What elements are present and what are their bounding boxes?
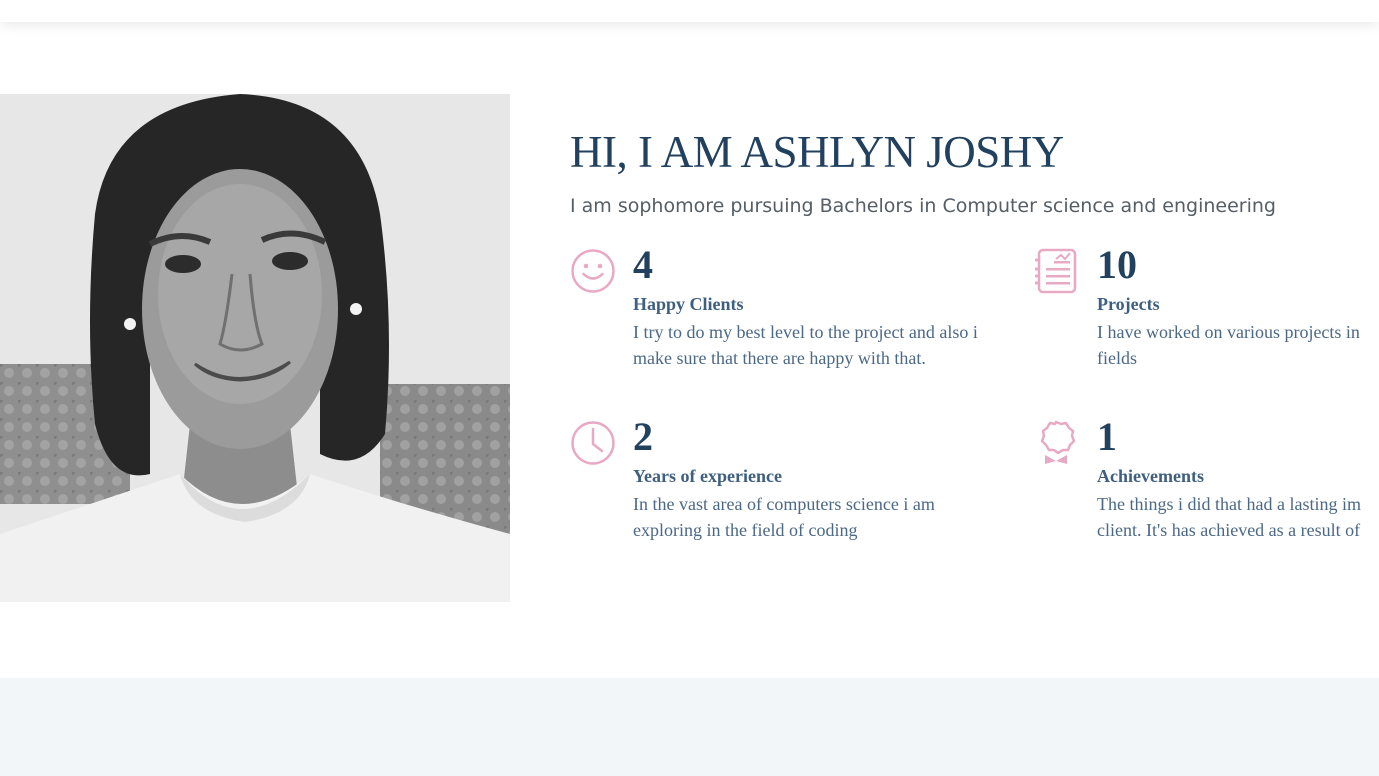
page-subtitle: I am sophomore pursuing Bachelors in Com… [570,195,1276,217]
stat-description-line: exploring in the field of coding [633,520,858,540]
stat-description: The things i did that had a lasting im c… [1097,491,1379,543]
stat-description: I try to do my best level to the project… [633,319,1013,371]
stat-description-line: I try to do my best level to the project… [633,322,978,342]
stat-label: Happy Clients [633,294,744,314]
stat-description-line: The things i did that had a lasting im [1097,494,1361,514]
about-content: HI, I AM ASHLYN JOSHY I am sophomore pur… [570,22,1379,678]
stat-description-line: client. It's has achieved as a result of [1097,520,1361,540]
page-title: HI, I AM ASHLYN JOSHY [570,127,1064,177]
stat-description-line: In the vast area of computers science i … [633,494,935,514]
stat-description: I have worked on various projects in fie… [1097,319,1379,371]
stat-description-line: I have worked on various projects in [1097,322,1360,342]
stat-number: 4 [633,242,653,287]
stat-label: Achievements [1097,466,1204,486]
about-section: HI, I AM ASHLYN JOSHY I am sophomore pur… [0,22,1379,678]
stat-number: 2 [633,414,653,459]
profile-photo [0,94,510,602]
smile-icon [570,247,616,295]
next-section [0,678,1379,776]
stat-projects: 10 Projects I have worked on various pro… [1034,242,1379,377]
stat-number: 10 [1097,242,1137,287]
stat-label: Projects [1097,294,1160,314]
document-chart-icon [1034,247,1080,295]
stat-happy-clients: 4 Happy Clients I try to do my best leve… [570,242,1013,377]
stat-description-line: fields [1097,348,1137,368]
top-navbar [0,0,1379,22]
stat-description-line: make sure that there are happy with that… [633,348,926,368]
stat-label: Years of experience [633,466,782,486]
stat-number: 1 [1097,414,1117,459]
stat-description: In the vast area of computers science i … [633,491,1013,543]
stat-achievements: 1 Achievements The things i did that had… [1034,414,1379,549]
clock-icon [570,419,616,467]
award-icon [1034,419,1080,467]
stat-years-experience: 2 Years of experience In the vast area o… [570,414,1013,549]
